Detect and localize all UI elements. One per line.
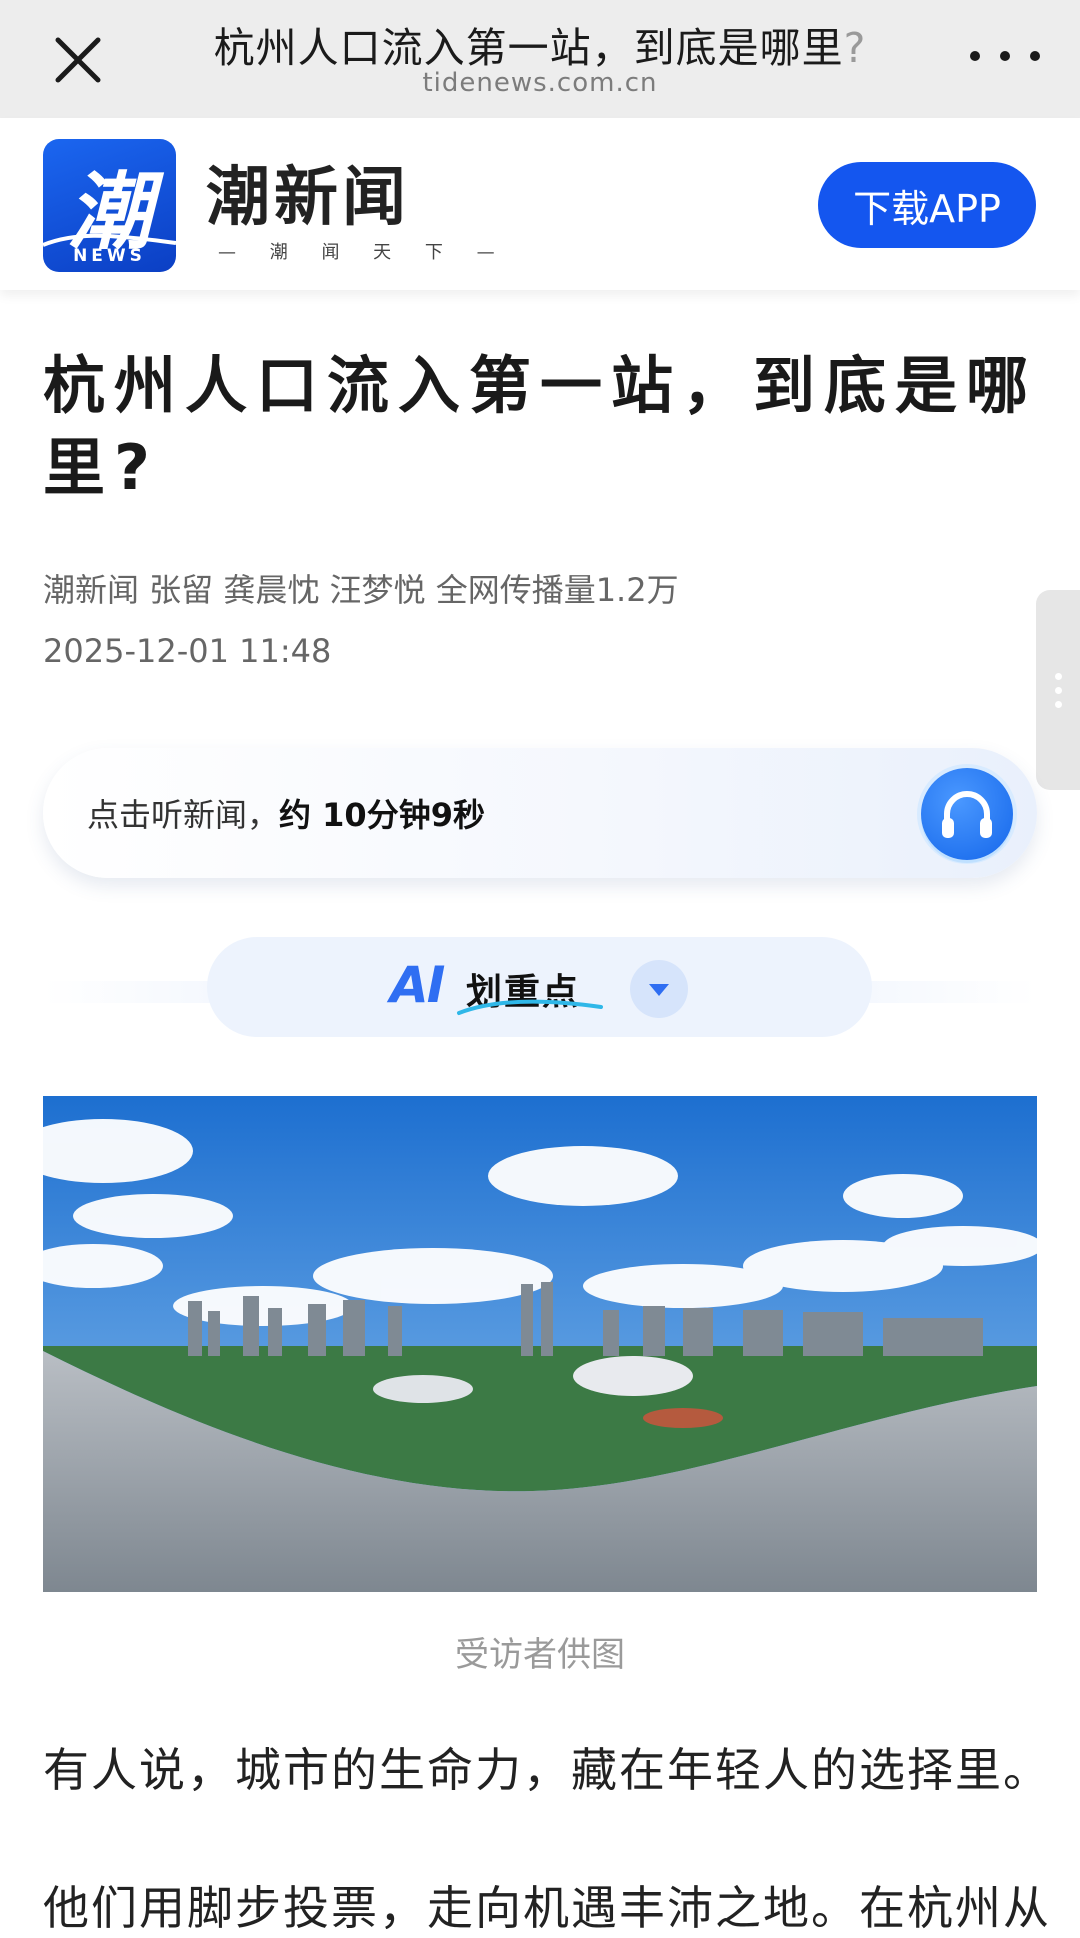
city-panorama-image — [43, 1096, 1037, 1592]
more-icon — [970, 51, 980, 61]
play-audio-button[interactable] — [921, 768, 1013, 860]
page-url: tidenews.com.cn — [422, 68, 658, 98]
download-app-button[interactable]: 下载APP — [818, 162, 1036, 248]
listen-duration: 约 10分钟9秒 — [279, 796, 485, 834]
brand-slogan: — 潮 闻 天 下 — — [218, 242, 509, 263]
expand-button[interactable] — [630, 960, 688, 1018]
article-paragraph: 他们用脚步投票，走向机遇丰沛之地。在杭州从 — [43, 1881, 1051, 1935]
caret-down-icon — [649, 984, 669, 996]
listen-news-card[interactable]: 点击听新闻，约 10分钟9秒 — [43, 748, 1037, 878]
article-photo — [43, 1096, 1037, 1592]
headphones-icon — [942, 791, 992, 838]
browser-top-bar: 杭州人口流入第一站，到底是哪里? tidenews.com.cn — [0, 0, 1080, 118]
close-icon — [55, 37, 101, 83]
logo-news: NEWS — [73, 246, 146, 266]
brand-name: 潮新闻 — [206, 161, 410, 235]
vertical-dots-icon — [1054, 672, 1062, 680]
article-paragraph: 有人说，城市的生命力，藏在年轻人的选择里。 — [43, 1743, 1051, 1797]
image-caption: 受访者供图 — [455, 1635, 625, 1675]
side-menu-handle[interactable] — [1036, 590, 1080, 790]
article-headline: 杭州人口流入第一站，到底是哪里? — [43, 349, 1038, 504]
ai-badge: AI — [390, 956, 445, 1014]
ai-underline-icon — [457, 999, 603, 1015]
close-button[interactable] — [48, 30, 108, 90]
brand-header: 潮 NEWS 潮新闻 — 潮 闻 天 下 — 下载APP — [0, 118, 1080, 290]
page-title: 杭州人口流入第一站，到底是哪里? — [213, 24, 867, 72]
listen-label: 点击听新闻，约 10分钟9秒 — [87, 796, 485, 834]
more-button[interactable] — [970, 36, 1040, 76]
app-logo: 潮 NEWS — [43, 139, 176, 272]
article-byline: 潮新闻 张留 龚晨忱 汪梦悦 全网传播量1.2万 — [43, 571, 679, 609]
article-timestamp: 2025-12-01 11:48 — [43, 632, 332, 670]
